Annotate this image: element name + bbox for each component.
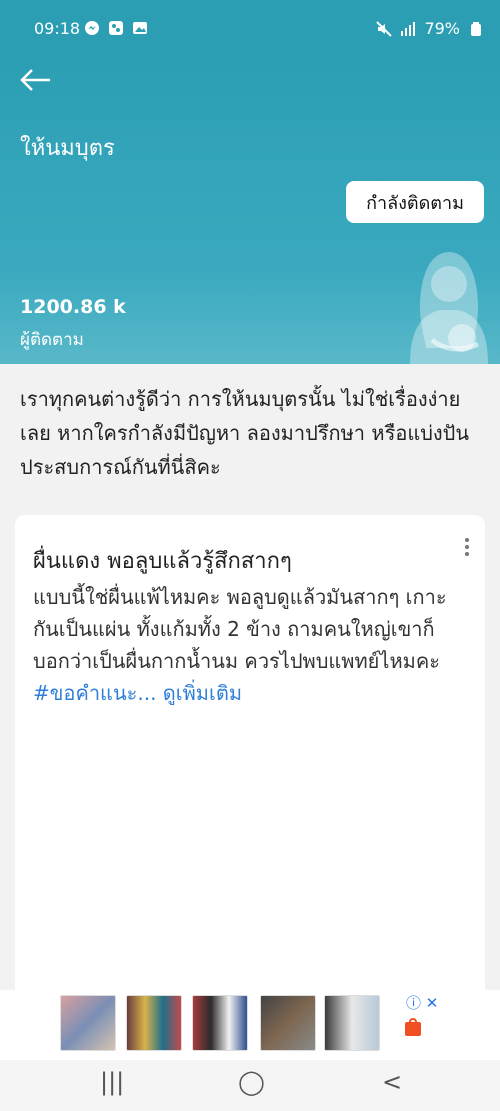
close-icon[interactable]: ✕ xyxy=(426,994,439,1012)
ad-product-thumb[interactable] xyxy=(192,995,248,1051)
system-icons: 79% xyxy=(376,19,484,38)
breastfeeding-mother-icon xyxy=(404,240,494,364)
post-body: แบบนี้ใช่ผื่นแพ้ไหมคะ พอลูบดูแล้วมันสากๆ… xyxy=(33,581,453,709)
post-title: ผื่นแดง พอลูบแล้วรู้สึกสากๆ xyxy=(33,549,292,574)
ad-product-thumb[interactable] xyxy=(324,995,380,1051)
notification-icons xyxy=(84,20,148,36)
ad-choices[interactable]: ⓘ ✕ xyxy=(406,992,438,1013)
post-hashtag[interactable]: #ขอคำแนะ... xyxy=(33,681,156,705)
status-bar: 09:18 79% xyxy=(0,0,500,44)
status-time: 09:18 xyxy=(34,19,81,38)
post-body-text: แบบนี้ใช่ผื่นแพ้ไหมคะ พอลูบดูแล้วมันสากๆ… xyxy=(33,585,447,673)
battery-icon xyxy=(468,21,484,37)
back-icon[interactable]: < xyxy=(382,1068,402,1096)
home-icon[interactable]: ◯ xyxy=(238,1068,265,1096)
community-description: เราทุกคนต่างรู้ดีว่า การให้นมบุตรนั้น ไม… xyxy=(20,387,470,479)
system-navigation-bar: ||| ◯ < xyxy=(0,1060,500,1111)
messenger-icon xyxy=(84,20,100,36)
community-title: ให้นมบุตร xyxy=(20,136,115,161)
more-options-icon[interactable] xyxy=(457,535,477,559)
mute-icon xyxy=(376,20,393,37)
ad-product-thumb[interactable] xyxy=(60,995,116,1051)
community-header: ให้นมบุตร กำลังติดตาม 1200.86 k ผู้ติดตา… xyxy=(0,44,500,364)
gallery-icon xyxy=(132,20,148,36)
followers-count: 1200.86 k xyxy=(20,296,126,318)
see-more-link[interactable]: ดูเพิ่มเติม xyxy=(163,681,242,705)
following-button[interactable]: กำลังติดตาม xyxy=(346,181,484,223)
app-icon xyxy=(108,20,124,36)
signal-bars-icon xyxy=(400,21,416,37)
battery-text: 79% xyxy=(424,19,460,38)
ad-banner[interactable]: ⓘ ✕ xyxy=(0,990,500,1060)
back-arrow-icon[interactable] xyxy=(18,66,52,94)
recents-icon[interactable]: ||| xyxy=(100,1068,124,1096)
ad-product-thumb[interactable] xyxy=(126,995,182,1051)
ad-product-thumb[interactable] xyxy=(260,995,316,1051)
followers-label: ผู้ติดตาม xyxy=(20,330,84,350)
shopee-logo-icon xyxy=(404,1017,422,1037)
info-icon[interactable]: ⓘ xyxy=(406,994,421,1012)
